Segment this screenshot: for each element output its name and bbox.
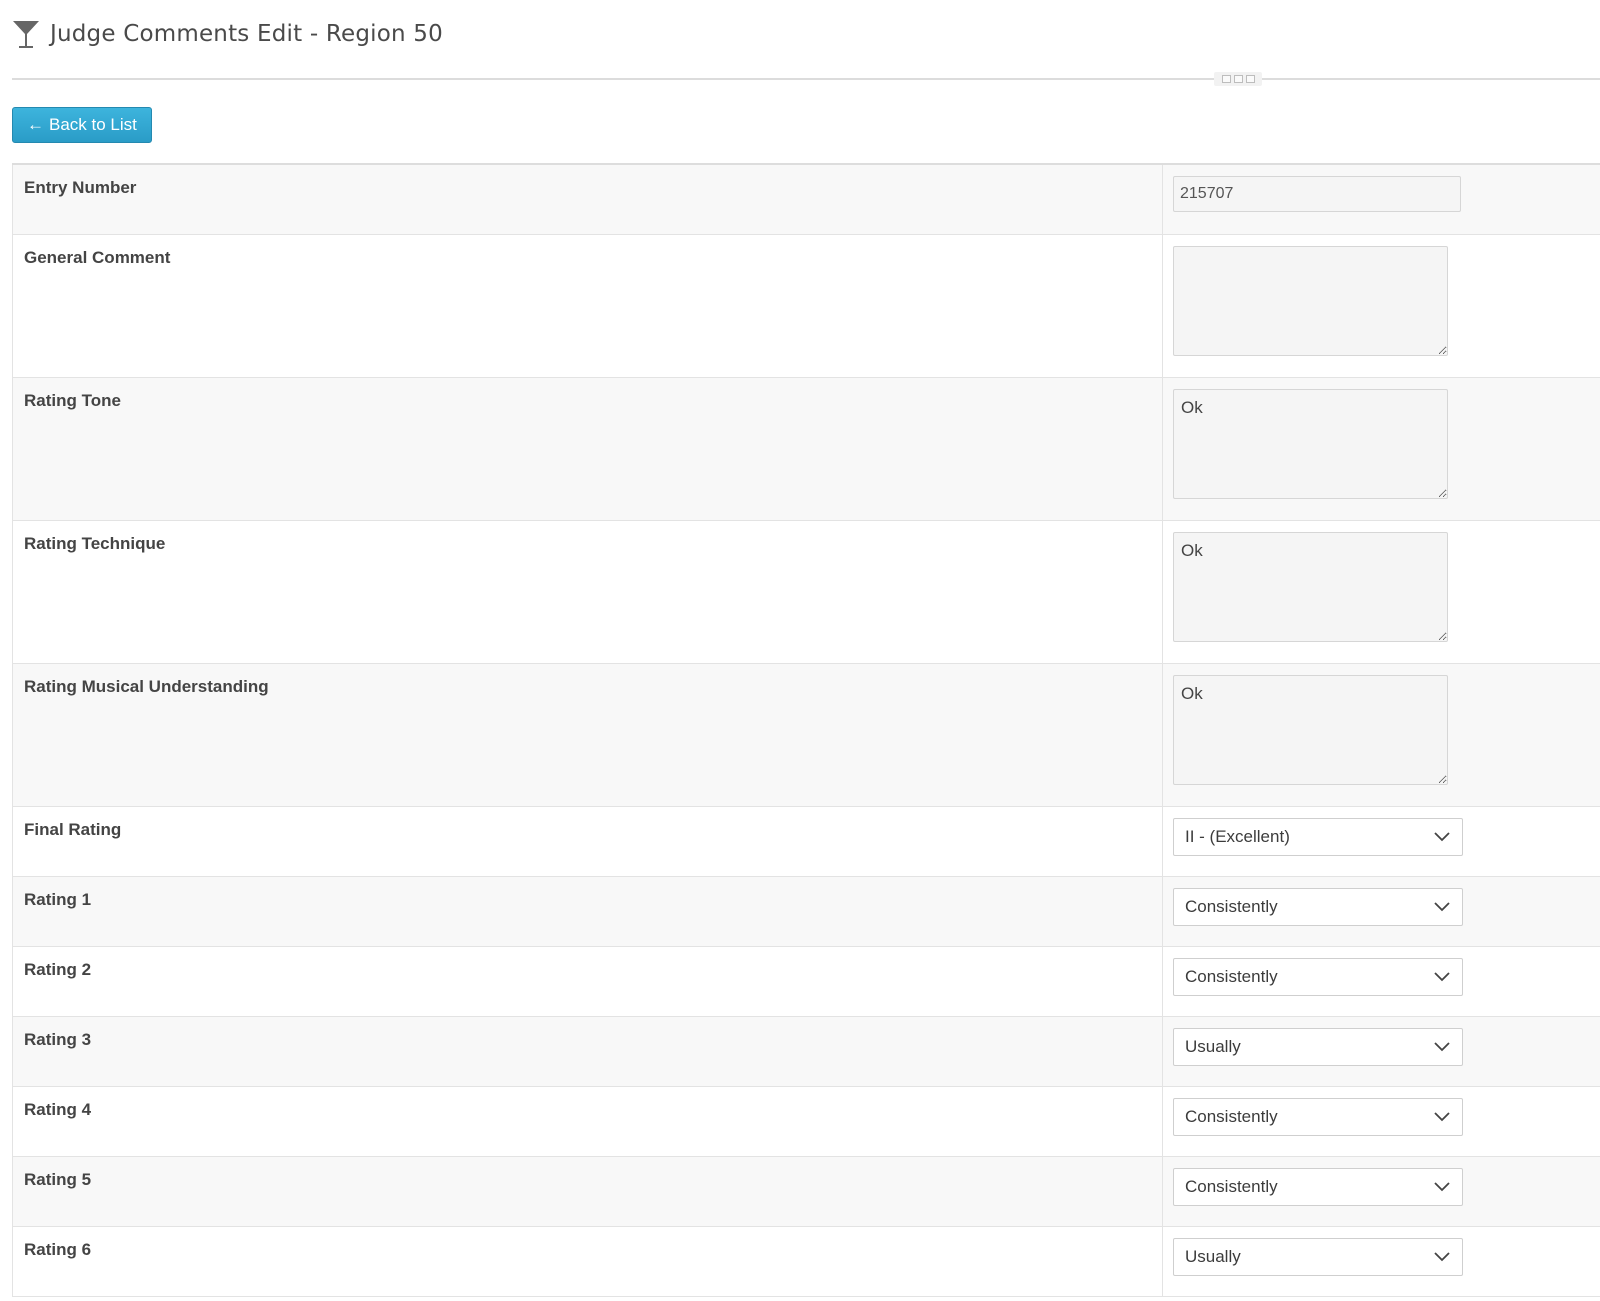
rating-2-select[interactable]: Consistently — [1173, 957, 1463, 996]
rating-4-label: Rating 4 — [12, 1086, 1163, 1156]
form-row-general-comment: General Comment — [12, 234, 1600, 377]
rating-5-label: Rating 5 — [12, 1156, 1163, 1226]
form-row-rating-6: Rating 6 Usually — [12, 1226, 1600, 1296]
judge-comment-form: Entry Number General Comment Rating Tone… — [12, 163, 1600, 1297]
header-divider — [12, 78, 1600, 80]
rating-3-select[interactable]: Usually — [1173, 1027, 1463, 1066]
rating-musical-understanding-textarea[interactable]: Ok — [1173, 674, 1448, 785]
chevron-down-icon — [1434, 1111, 1450, 1121]
page: Judge Comments Edit - Region 50 ← Back t… — [0, 0, 1600, 1301]
form-row-final-rating: Final Rating II - (Excellent) — [12, 806, 1600, 876]
rating-1-label: Rating 1 — [12, 876, 1163, 946]
form-row-rating-3: Rating 3 Usually — [12, 1016, 1600, 1086]
entry-number-cell — [1163, 164, 1600, 234]
final-rating-select[interactable]: II - (Excellent) — [1173, 817, 1463, 856]
rating-2-cell: Consistently — [1163, 946, 1600, 1016]
rating-1-cell: Consistently — [1163, 876, 1600, 946]
form-row-rating-tone: Rating Tone Ok — [12, 377, 1600, 520]
rating-5-cell: Consistently — [1163, 1156, 1600, 1226]
chevron-down-icon — [1434, 971, 1450, 981]
rating-2-label: Rating 2 — [12, 946, 1163, 1016]
entry-number-label: Entry Number — [12, 164, 1163, 234]
rating-1-value: Consistently — [1185, 896, 1278, 916]
rating-6-value: Usually — [1185, 1246, 1241, 1266]
arrow-left-icon: ← — [27, 115, 44, 134]
chevron-down-icon — [1434, 1181, 1450, 1191]
rating-technique-label: Rating Technique — [12, 520, 1163, 663]
general-comment-cell — [1163, 234, 1600, 377]
rating-4-value: Consistently — [1185, 1106, 1278, 1126]
resize-grip-icon[interactable] — [1214, 72, 1262, 86]
form-row-rating-musical-understanding: Rating Musical Understanding Ok — [12, 663, 1600, 806]
form-row-rating-technique: Rating Technique Ok — [12, 520, 1600, 663]
back-to-list-label: Back to List — [49, 115, 137, 134]
form-row-rating-1: Rating 1 Consistently — [12, 876, 1600, 946]
rating-3-cell: Usually — [1163, 1016, 1600, 1086]
final-rating-label: Final Rating — [12, 806, 1163, 876]
rating-technique-cell: Ok — [1163, 520, 1600, 663]
rating-1-select[interactable]: Consistently — [1173, 887, 1463, 926]
rating-6-select[interactable]: Usually — [1173, 1237, 1463, 1276]
rating-5-select[interactable]: Consistently — [1173, 1167, 1463, 1206]
rating-5-value: Consistently — [1185, 1176, 1278, 1196]
final-rating-cell: II - (Excellent) — [1163, 806, 1600, 876]
general-comment-label: General Comment — [12, 234, 1163, 377]
form-row-entry-number: Entry Number — [12, 164, 1600, 234]
rating-6-cell: Usually — [1163, 1226, 1600, 1296]
chevron-down-icon — [1434, 1251, 1450, 1261]
rating-tone-textarea[interactable]: Ok — [1173, 388, 1448, 499]
rating-3-value: Usually — [1185, 1036, 1241, 1056]
rating-4-select[interactable]: Consistently — [1173, 1097, 1463, 1136]
back-to-list-button[interactable]: ← Back to List — [12, 107, 152, 143]
rating-2-value: Consistently — [1185, 966, 1278, 986]
rating-6-label: Rating 6 — [12, 1226, 1163, 1296]
form-row-rating-2: Rating 2 Consistently — [12, 946, 1600, 1016]
rating-technique-textarea[interactable]: Ok — [1173, 531, 1448, 642]
rating-musical-understanding-cell: Ok — [1163, 663, 1600, 806]
rating-tone-cell: Ok — [1163, 377, 1600, 520]
page-header: Judge Comments Edit - Region 50 — [12, 18, 443, 50]
rating-tone-label: Rating Tone — [12, 377, 1163, 520]
rating-4-cell: Consistently — [1163, 1086, 1600, 1156]
final-rating-value: II - (Excellent) — [1185, 826, 1290, 846]
form-row-rating-4: Rating 4 Consistently — [12, 1086, 1600, 1156]
rating-musical-understanding-label: Rating Musical Understanding — [12, 663, 1163, 806]
rating-3-label: Rating 3 — [12, 1016, 1163, 1086]
general-comment-textarea[interactable] — [1173, 245, 1448, 356]
cocktail-glass-icon — [13, 21, 39, 48]
chevron-down-icon — [1434, 901, 1450, 911]
entry-number-input[interactable] — [1173, 176, 1461, 212]
page-title: Judge Comments Edit - Region 50 — [50, 21, 443, 47]
form-row-rating-5: Rating 5 Consistently — [12, 1156, 1600, 1226]
chevron-down-icon — [1434, 1041, 1450, 1051]
chevron-down-icon — [1434, 831, 1450, 841]
